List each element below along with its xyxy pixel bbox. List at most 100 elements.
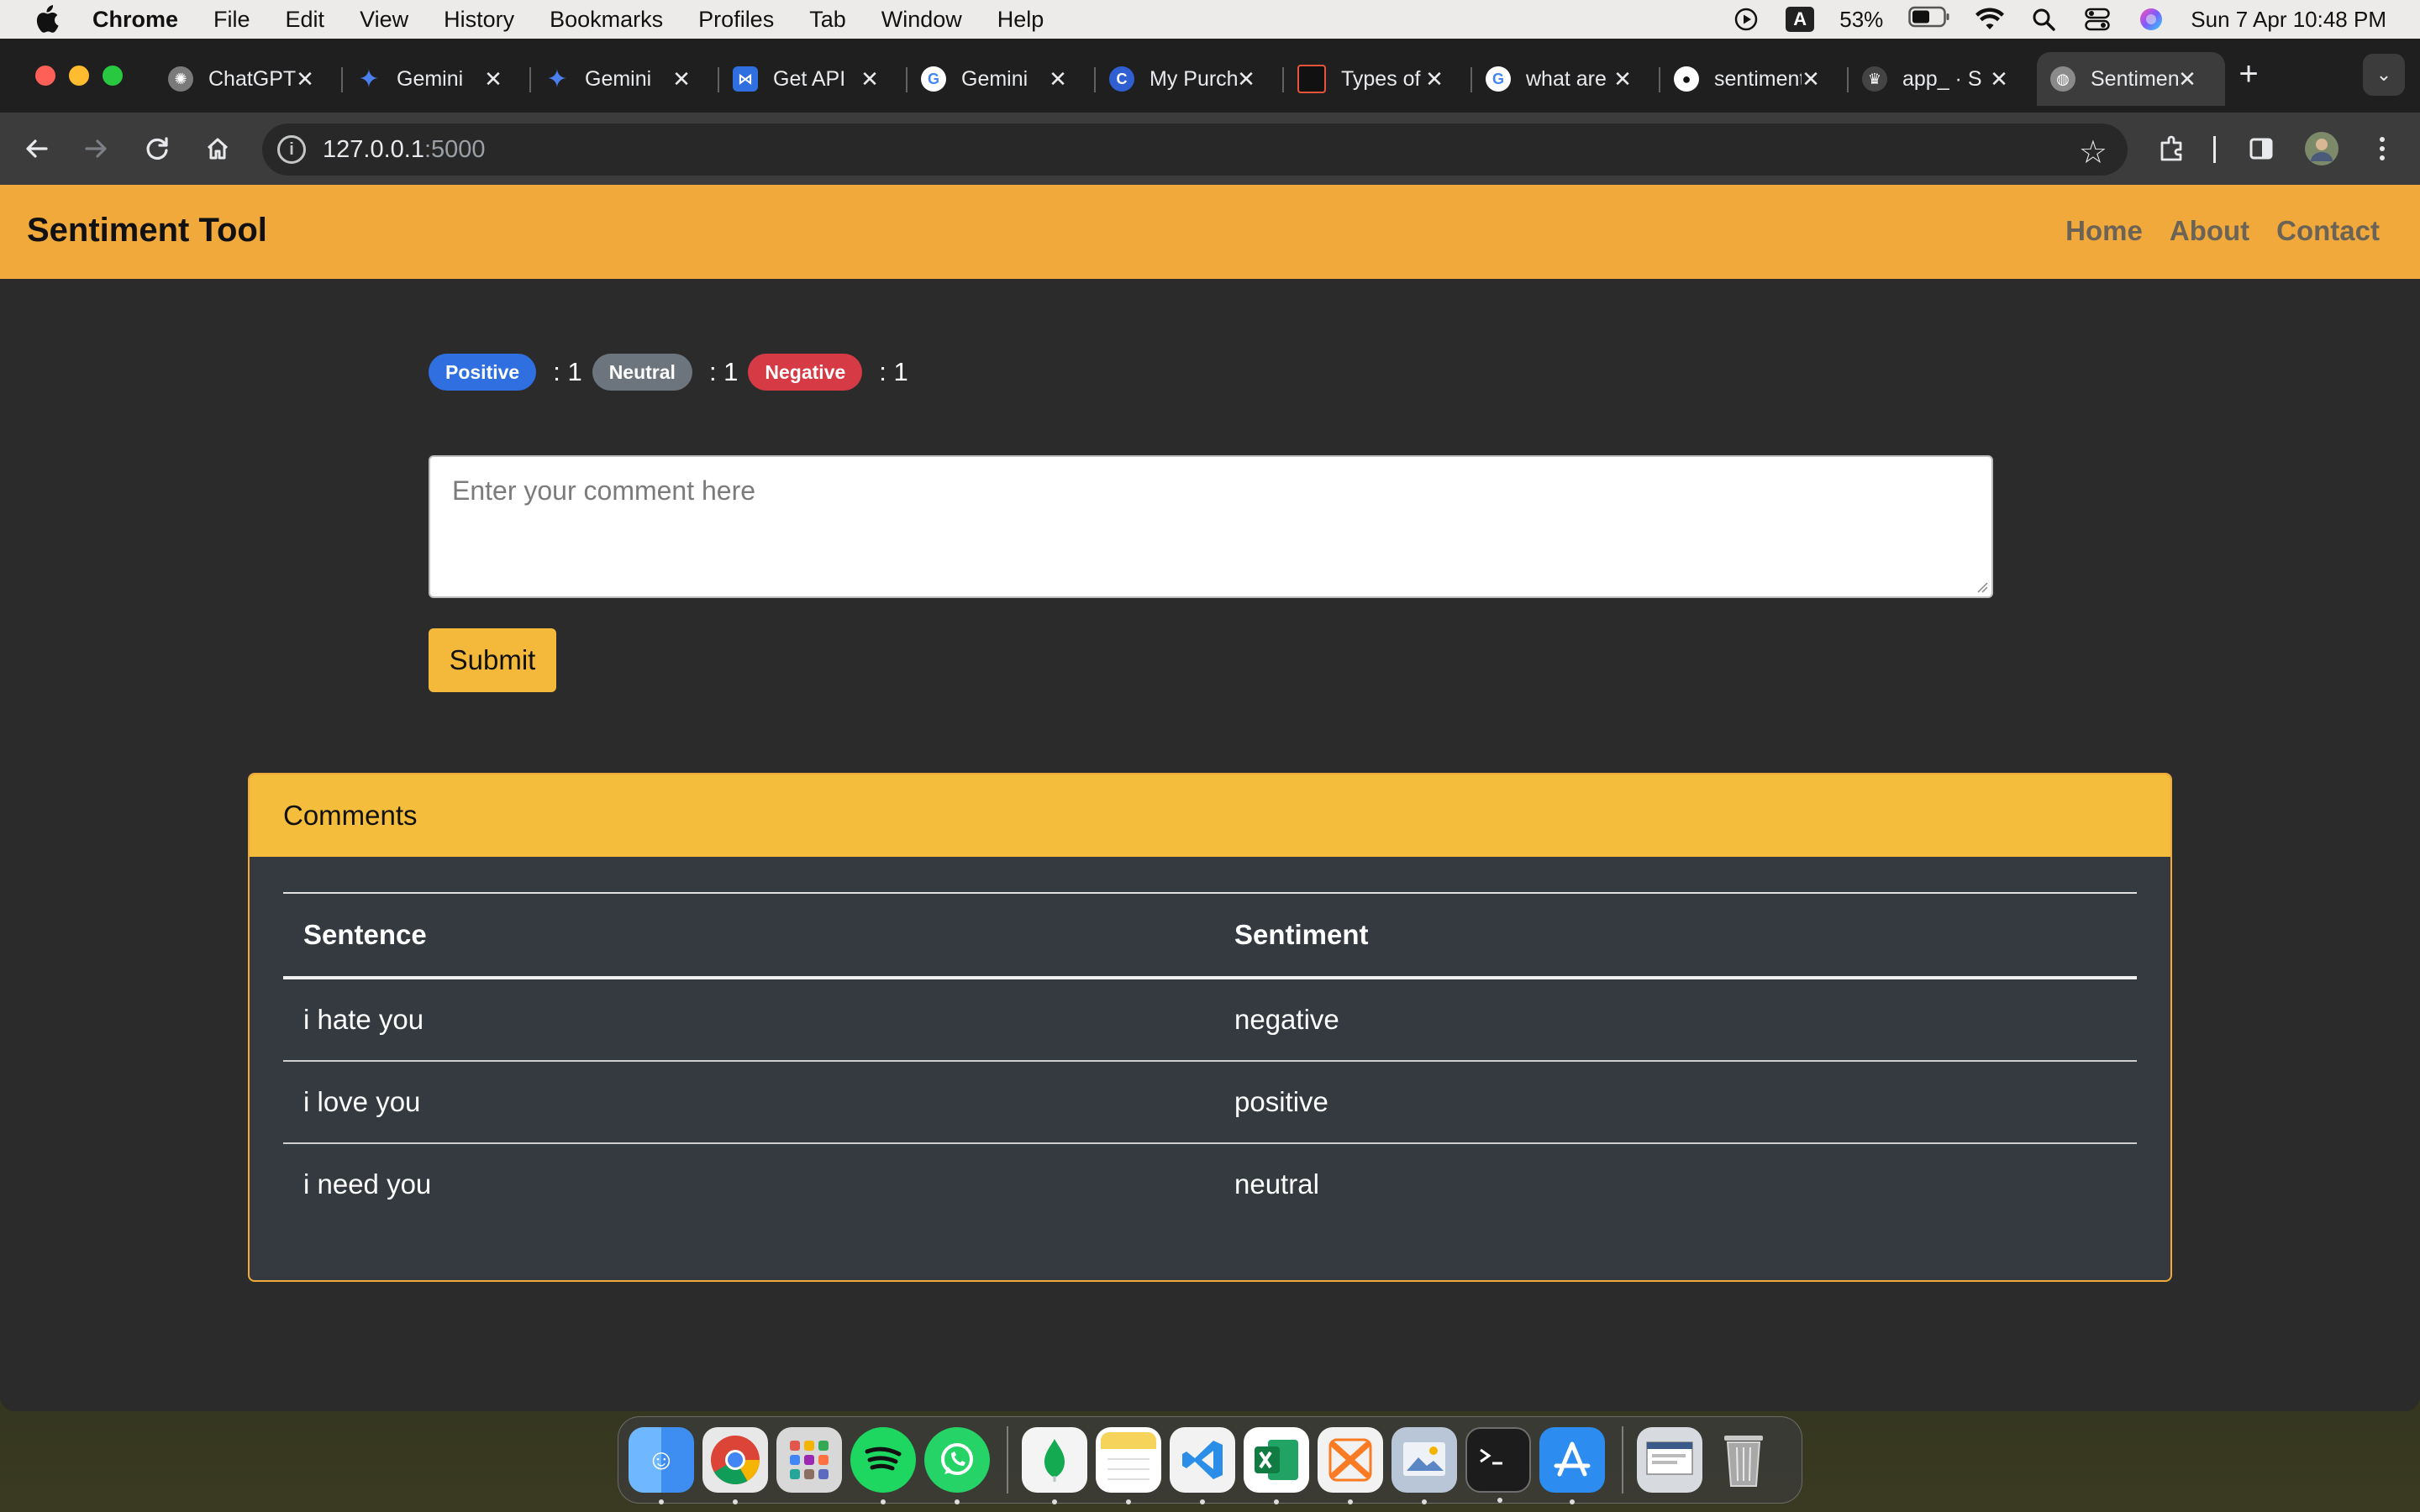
- bookmark-star-icon[interactable]: ☆: [2079, 134, 2107, 171]
- sentiment-cell: positive: [1214, 1061, 2137, 1144]
- tab-my-purchases[interactable]: C My Purchases ✕: [1096, 52, 1284, 106]
- close-tab-icon[interactable]: ✕: [2175, 66, 2200, 92]
- tab-title: what are: [1526, 66, 1607, 91]
- close-tab-icon[interactable]: ✕: [669, 66, 694, 92]
- table-row: i hate you negative: [283, 978, 2137, 1062]
- menu-app-name[interactable]: Chrome: [92, 7, 178, 33]
- close-tab-icon[interactable]: ✕: [1610, 66, 1635, 92]
- menu-history[interactable]: History: [444, 7, 514, 33]
- close-tab-icon[interactable]: ✕: [481, 66, 506, 92]
- close-tab-icon[interactable]: ✕: [1986, 66, 2012, 92]
- spotify-icon[interactable]: [850, 1427, 916, 1504]
- launchpad-icon[interactable]: [776, 1427, 842, 1493]
- close-tab-icon[interactable]: ✕: [1422, 66, 1447, 92]
- extensions-icon[interactable]: [2153, 129, 2191, 168]
- vscode-icon[interactable]: [1170, 1427, 1235, 1504]
- page-content: Sentiment Tool Home About Contact Positi…: [0, 185, 2420, 1411]
- tab-google-gemini[interactable]: G Gemini ✕: [908, 52, 1096, 106]
- mongodb-icon[interactable]: [1022, 1427, 1087, 1504]
- menu-view[interactable]: View: [360, 7, 408, 33]
- menu-window[interactable]: Window: [881, 7, 962, 33]
- side-panel-icon[interactable]: [2242, 129, 2281, 168]
- more-menu-icon[interactable]: [2363, 129, 2402, 168]
- running-indicator: [955, 1499, 960, 1504]
- comments-card: Comments Sentence Sentiment i hate you n…: [248, 773, 2172, 1282]
- gemini-icon: ✦: [358, 65, 380, 93]
- menu-edit[interactable]: Edit: [286, 7, 325, 33]
- clock[interactable]: Sun 7 Apr 10:48 PM: [2191, 7, 2386, 33]
- home-icon[interactable]: [198, 129, 237, 168]
- nav-about-link[interactable]: About: [2170, 215, 2249, 247]
- toolbar-divider: [2213, 136, 2216, 163]
- preview-icon[interactable]: [1392, 1427, 1457, 1504]
- tab-gemini-2[interactable]: ✦ Gemini ✕: [531, 52, 719, 106]
- tab-types[interactable]: Types of ✕: [1284, 52, 1472, 106]
- tab-gemini-1[interactable]: ✦ Gemini ✕: [343, 52, 531, 106]
- xampp-icon[interactable]: [1318, 1427, 1383, 1504]
- chrome-icon[interactable]: [702, 1427, 768, 1504]
- tab-github-sentiment[interactable]: ● sentiment ✕: [1660, 52, 1849, 106]
- running-indicator: [659, 1499, 664, 1504]
- tab-get-api[interactable]: ⋈ Get API ✕: [719, 52, 908, 106]
- play-circle-icon[interactable]: [1732, 5, 1760, 34]
- close-tab-icon[interactable]: ✕: [857, 66, 882, 92]
- address-bar[interactable]: i 127.0.0.1 :5000 ☆: [262, 123, 2128, 176]
- tab-title: My Purchases: [1150, 66, 1237, 91]
- zoom-window-button[interactable]: [103, 66, 123, 86]
- tab-chatgpt[interactable]: ✺ ChatGPT ✕: [155, 52, 343, 106]
- profile-avatar[interactable]: [2302, 129, 2341, 168]
- chatgpt-icon: ✺: [168, 66, 193, 92]
- browser-window: ✺ ChatGPT ✕ ✦ Gemini ✕ ✦ Gemini ✕ ⋈ Get …: [0, 39, 2420, 1411]
- control-center-icon[interactable]: [2083, 5, 2112, 34]
- back-icon[interactable]: [17, 129, 55, 168]
- site-info-icon[interactable]: i: [277, 135, 306, 164]
- excel-icon[interactable]: [1244, 1427, 1309, 1504]
- sentence-cell: i love you: [283, 1061, 1214, 1144]
- minimize-window-button[interactable]: [69, 66, 89, 86]
- tab-streamlit-app[interactable]: ♛ app_ · S ✕: [1849, 52, 2037, 106]
- dock-separator: [1622, 1426, 1623, 1494]
- brand-title[interactable]: Sentiment Tool: [27, 212, 267, 249]
- resize-handle-icon[interactable]: [1976, 581, 1988, 593]
- running-indicator: [1497, 1498, 1502, 1503]
- new-tab-icon[interactable]: +: [2232, 55, 2265, 92]
- close-tab-icon[interactable]: ✕: [1798, 66, 1823, 92]
- downloads-stack-icon[interactable]: [1637, 1427, 1702, 1493]
- app-store-icon[interactable]: [1539, 1427, 1605, 1504]
- trash-icon[interactable]: [1711, 1427, 1776, 1493]
- nav-links: Home About Contact: [2065, 215, 2380, 247]
- reload-icon[interactable]: [138, 129, 176, 168]
- wifi-icon[interactable]: [1975, 5, 2005, 34]
- menu-bookmarks[interactable]: Bookmarks: [550, 7, 663, 33]
- running-indicator: [1274, 1499, 1279, 1504]
- comment-textarea[interactable]: Enter your comment here: [429, 455, 1993, 598]
- sentence-cell: i need you: [303, 1168, 432, 1200]
- tab-search-chevron-icon[interactable]: ⌄: [2363, 54, 2405, 96]
- menu-tab[interactable]: Tab: [809, 7, 846, 33]
- nav-contact-link[interactable]: Contact: [2276, 215, 2380, 247]
- tab-what-are[interactable]: G what are ✕: [1472, 52, 1660, 106]
- battery-icon[interactable]: [1908, 6, 1950, 34]
- search-icon[interactable]: [2029, 5, 2058, 34]
- tab-sentiment-active[interactable]: ◍ Sentiment ✕: [2037, 52, 2225, 106]
- close-tab-icon[interactable]: ✕: [1234, 66, 1259, 92]
- siri-icon[interactable]: [2137, 5, 2165, 34]
- finder-icon[interactable]: ☺: [629, 1427, 694, 1504]
- whatsapp-icon[interactable]: [924, 1427, 990, 1504]
- table-row: i love you positive: [283, 1061, 2137, 1144]
- terminal-icon[interactable]: [1465, 1427, 1531, 1503]
- menu-file[interactable]: File: [213, 7, 250, 33]
- menu-profiles[interactable]: Profiles: [698, 7, 774, 33]
- close-tab-icon[interactable]: ✕: [292, 66, 318, 92]
- input-source-icon[interactable]: A: [1786, 7, 1815, 32]
- submit-button[interactable]: Submit: [429, 628, 556, 692]
- menu-bar: Chrome File Edit View History Bookmarks …: [0, 0, 2420, 39]
- notes-icon[interactable]: [1096, 1427, 1161, 1504]
- running-indicator: [881, 1499, 886, 1504]
- apple-icon[interactable]: [32, 5, 60, 34]
- forward-icon[interactable]: [77, 129, 116, 168]
- close-tab-icon[interactable]: ✕: [1045, 66, 1071, 92]
- menu-help[interactable]: Help: [997, 7, 1044, 33]
- nav-home-link[interactable]: Home: [2065, 215, 2143, 247]
- close-window-button[interactable]: [35, 66, 55, 86]
